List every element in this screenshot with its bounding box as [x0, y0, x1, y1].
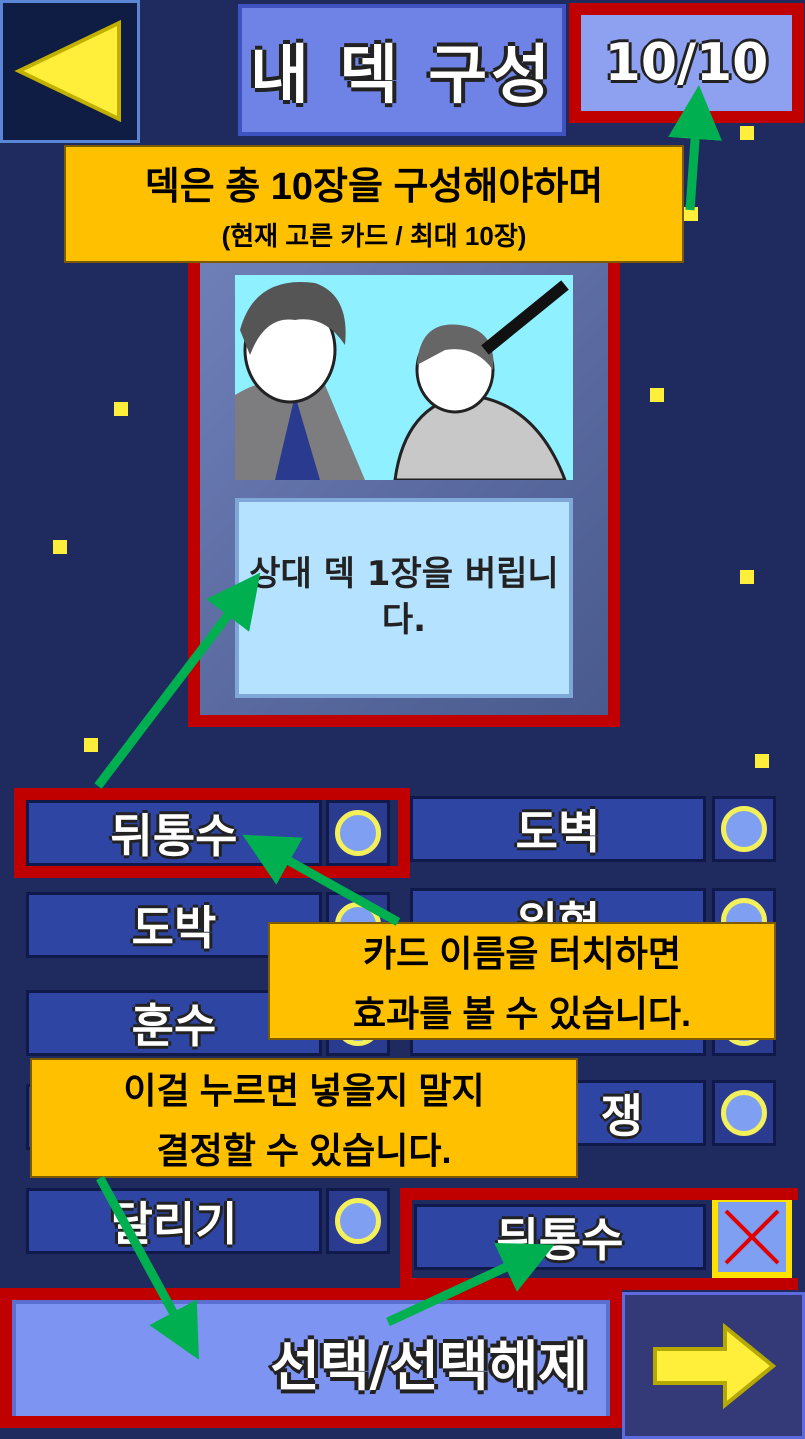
deck-count-text: 10/10 — [604, 33, 769, 93]
card-name-label: 훈수 — [131, 999, 217, 1053]
card-toggle-button[interactable] — [712, 796, 776, 862]
card-name-button[interactable]: 뒤통수 — [26, 800, 322, 866]
callout-deck-rule-line1: 덱은 총 10장을 구성해야하며 — [144, 166, 604, 208]
star — [53, 540, 67, 554]
callout-deck-rule: 덱은 총 10장을 구성해야하며 (현재 고른 카드 / 최대 10장) — [64, 145, 684, 263]
callout-card-name: 카드 이름을 터치하면 효과를 볼 수 있습니다. — [268, 922, 776, 1040]
card-illustration — [235, 275, 573, 480]
callout-toggle: 이걸 누르면 넣을지 말지 결정할 수 있습니다. — [30, 1058, 578, 1178]
star — [755, 754, 769, 768]
page-title: 내 덱 구성 — [238, 4, 566, 136]
card-name-label: 뒤통수 — [496, 1213, 624, 1267]
callout-card-name-line2: 효과를 볼 수 있습니다. — [352, 993, 692, 1034]
callout-deck-rule-line2: (현재 고른 카드 / 최대 10장) — [221, 221, 527, 251]
circle-icon — [335, 1198, 381, 1244]
card-effect-text: 상대 덱 1장을 버립니다. — [249, 554, 559, 640]
callout-toggle-line2: 결정할 수 있습니다. — [156, 1130, 452, 1171]
right-arrow-icon — [652, 1322, 776, 1409]
star — [84, 738, 98, 752]
card-name-button[interactable]: 뒤통수 — [414, 1204, 706, 1270]
page-title-text: 내 덱 구성 — [249, 39, 555, 113]
card-toggle-button[interactable] — [326, 800, 390, 866]
card-toggle-button[interactable] — [712, 1080, 776, 1146]
star — [650, 388, 664, 402]
card-art-image — [235, 275, 573, 480]
x-mark-icon — [724, 1209, 780, 1265]
card-effect-box: 상대 덱 1장을 버립니다. — [235, 498, 573, 698]
next-button[interactable] — [622, 1292, 805, 1439]
circle-icon — [721, 1090, 767, 1136]
card-name-button[interactable]: 달리기 — [26, 1188, 322, 1254]
star — [740, 126, 754, 140]
card-name-label: 도박 — [131, 901, 217, 955]
deck-count-badge: 10/10 — [569, 3, 804, 123]
card-name-button[interactable]: 도벽 — [410, 796, 706, 862]
select-toggle-button[interactable]: 선택/선택해제 — [12, 1300, 610, 1422]
star — [684, 207, 698, 221]
card-name-label: 도벽 — [515, 805, 601, 859]
circle-icon — [721, 806, 767, 852]
card-name-label: 뒤통수 — [110, 809, 238, 863]
back-button[interactable] — [0, 0, 140, 143]
select-toggle-label: 선택/선택해제 — [270, 1334, 588, 1398]
star — [740, 570, 754, 584]
callout-toggle-line1: 이걸 누르면 넣을지 말지 — [123, 1070, 485, 1111]
card-toggle-button[interactable] — [326, 1188, 390, 1254]
star — [114, 402, 128, 416]
arrow-to-count — [668, 85, 723, 211]
callout-card-name-line1: 카드 이름을 터치하면 — [362, 933, 682, 974]
card-name-label: 쟁 — [600, 1089, 643, 1143]
card-toggle-button[interactable] — [712, 1196, 792, 1278]
left-triangle-icon — [14, 19, 121, 123]
circle-icon — [335, 810, 381, 856]
card-name-label: 달리기 — [110, 1197, 238, 1251]
